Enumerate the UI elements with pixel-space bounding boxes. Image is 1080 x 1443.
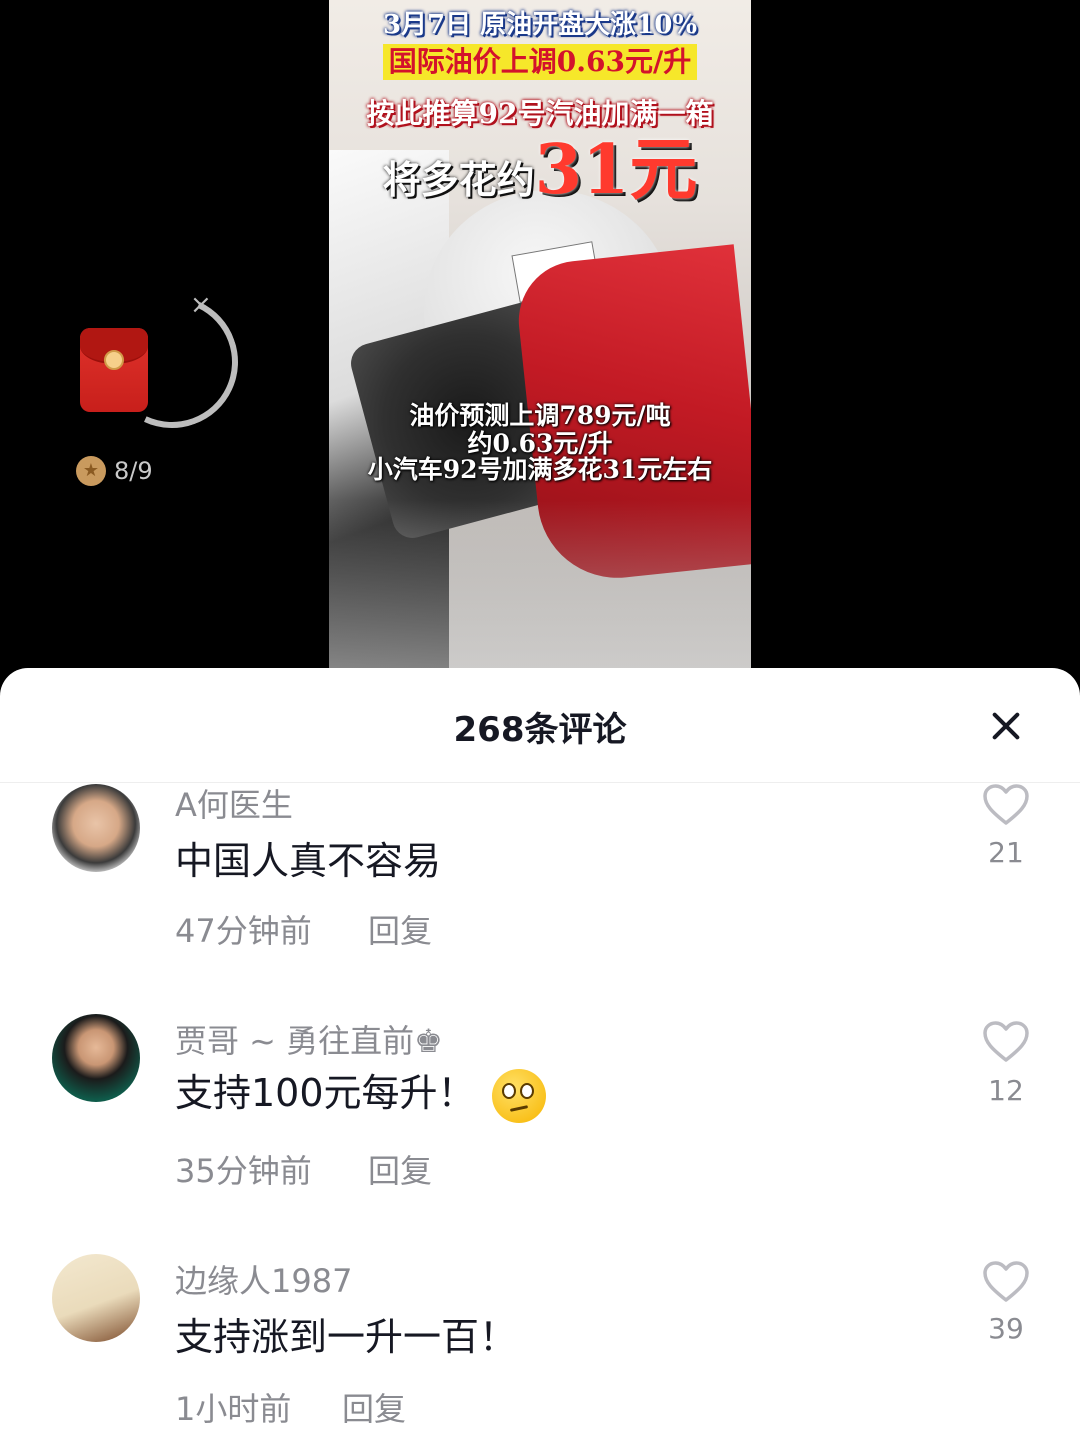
reply-button[interactable]: 回复 xyxy=(368,906,432,952)
video-frame[interactable]: 3月7日 原油开盘大涨10% 国际油价上调0.63元/升 按此推算92号汽油加满… xyxy=(329,0,751,668)
heart-like-icon[interactable] xyxy=(982,783,1030,827)
like-count: 39 xyxy=(988,1312,1024,1345)
video-caption-line3: 小汽车92号加满多花31元左右 xyxy=(367,455,713,484)
video-title-line2: 国际油价上调0.63元/升 xyxy=(329,44,751,80)
comment-time: 1小时前 xyxy=(175,1390,292,1428)
video-title-prefix: 将多花约 xyxy=(382,157,535,202)
red-packet-close-icon[interactable]: × xyxy=(190,292,212,318)
comment-text-row: 支持100元每升！ xyxy=(175,1062,546,1123)
comment-item: 边缘人1987 支持涨到一升一百！ 1小时前 回复 39 xyxy=(0,1246,1080,1443)
avatar[interactable] xyxy=(52,784,140,872)
comment-username[interactable]: A何医生 xyxy=(175,780,293,826)
red-packet-progress: 8/9 xyxy=(114,457,153,485)
video-title-line3: 按此推算92号汽油加满一箱 xyxy=(366,97,714,130)
heart-like-icon[interactable] xyxy=(982,1020,1030,1064)
comment-text: 支持100元每升！ xyxy=(175,1071,476,1115)
comment-time: 35分钟前 xyxy=(175,1152,312,1190)
comment-username[interactable]: 边缘人1987 xyxy=(175,1256,352,1302)
comment-item: 贾哥 ~ 勇往直前♚ 支持100元每升！ 35分钟前 回复 12 xyxy=(0,1006,1080,1236)
avatar[interactable] xyxy=(52,1014,140,1102)
reply-button[interactable]: 回复 xyxy=(368,1146,432,1192)
like-count: 21 xyxy=(988,836,1024,869)
comment-text: 中国人真不容易 xyxy=(175,839,442,883)
video-title-line4: 将多花约31元 xyxy=(329,130,751,220)
video-player[interactable]: 3月7日 原油开盘大涨10% 国际油价上调0.63元/升 按此推算92号汽油加满… xyxy=(0,0,1080,680)
comments-count-title: 268条评论 xyxy=(453,710,627,750)
red-packet-widget[interactable]: × ★ 8/9 xyxy=(66,277,257,492)
video-title-amount: 31元 xyxy=(534,130,698,210)
red-envelope-icon[interactable] xyxy=(80,328,148,412)
comments-header: 268条评论 xyxy=(0,668,1080,783)
heart-like-icon[interactable] xyxy=(982,1260,1030,1304)
comment-item: A何医生 中国人真不容易 47分钟前 回复 21 xyxy=(0,768,1080,998)
eye-roll-emoji-icon xyxy=(491,1068,546,1123)
comment-text: 支持涨到一升一百！ xyxy=(175,1315,518,1359)
comment-time: 47分钟前 xyxy=(175,912,312,950)
coin-star-icon: ★ xyxy=(76,456,106,486)
comments-sheet: 268条评论 A何医生 中国人真不容易 47分钟前 回复 21 贾哥 ~ 勇往直… xyxy=(0,668,1080,1443)
video-caption-line2: 约0.63元/升 xyxy=(467,429,613,458)
avatar[interactable] xyxy=(52,1254,140,1342)
video-shade xyxy=(329,500,751,668)
comment-username[interactable]: 贾哥 ~ 勇往直前♚ xyxy=(175,1016,443,1062)
video-caption-line1: 油价预测上调789元/吨 xyxy=(409,401,671,430)
like-count: 12 xyxy=(988,1074,1024,1107)
video-title-line1: 3月7日 原油开盘大涨10% xyxy=(382,10,698,40)
close-icon[interactable] xyxy=(984,704,1028,748)
reply-button[interactable]: 回复 xyxy=(342,1384,406,1430)
